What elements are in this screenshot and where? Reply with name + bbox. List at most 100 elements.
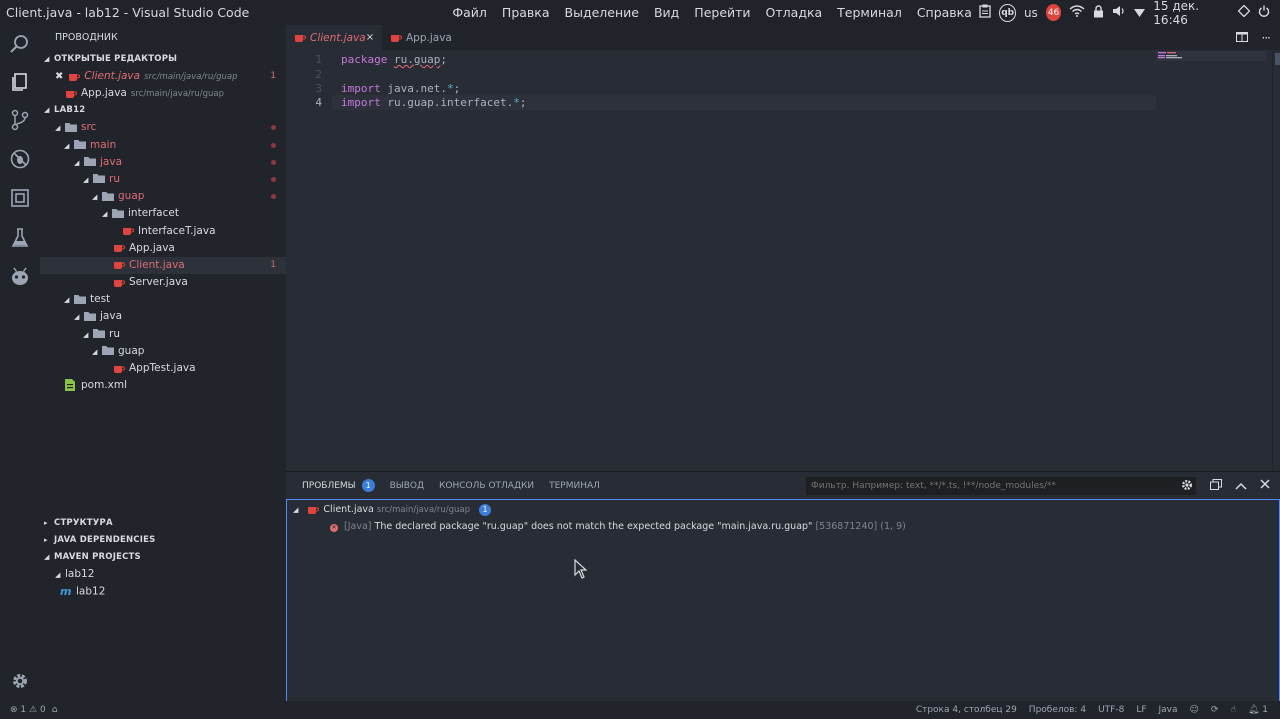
problem-count: 1 xyxy=(270,71,276,81)
maven-projects-header[interactable]: ◢ MAVEN PROJECTS xyxy=(40,549,286,566)
menu-edit[interactable]: Правка xyxy=(494,5,557,20)
tree-folder-interfacet[interactable]: ◢ interfacet xyxy=(40,205,286,222)
open-editors-header[interactable]: ◢ ОТКРЫТЫЕ РЕДАКТОРЫ xyxy=(40,51,286,68)
editor-scrollbar[interactable] xyxy=(1272,50,1280,471)
maximize-panel-chevron-up-icon[interactable] xyxy=(1235,479,1247,493)
problem-source: [Java] xyxy=(344,521,372,532)
keyboard-layout[interactable]: us xyxy=(1024,6,1038,20)
project-header[interactable]: ◢ LAB12 xyxy=(40,102,286,119)
tree-folder-test-ru[interactable]: ◢ ru xyxy=(40,326,286,343)
source-control-icon[interactable] xyxy=(0,101,40,139)
problems-filter-input[interactable] xyxy=(806,477,1196,495)
tab-app-java[interactable]: App.java xyxy=(382,25,474,50)
expanded-triangle-icon: ◢ xyxy=(92,347,98,356)
java-file-icon xyxy=(307,504,320,515)
bottom-panel: ПРОБЛЕМЫ 1 ВЫВОД КОНСОЛЬ ОТЛАДКИ ТЕРМИНАЛ… xyxy=(286,471,1280,702)
test-flask-icon[interactable] xyxy=(0,219,40,257)
power-icon[interactable] xyxy=(1258,5,1270,20)
qbittorrent-icon[interactable]: qb xyxy=(999,3,1016,22)
tab-label: Client.java xyxy=(310,31,366,44)
notification-badge[interactable]: 46 xyxy=(1045,4,1062,21)
java-dependencies-header[interactable]: ▸ JAVA DEPENDENCIES xyxy=(40,532,286,549)
notifications-bell[interactable]: 🔔︎ 1 xyxy=(1248,705,1268,715)
structure-header[interactable]: ▸ СТРУКТУРА xyxy=(40,515,286,532)
tree-folder-src[interactable]: ◢ src xyxy=(40,119,286,136)
debug-icon[interactable] xyxy=(0,140,40,178)
live-share-icon[interactable]: ⌂ xyxy=(52,705,58,715)
tree-file-server-java[interactable]: Server.java xyxy=(40,274,286,291)
tree-folder-test-java[interactable]: ◢ java xyxy=(40,308,286,325)
tree-folder-main[interactable]: ◢ main xyxy=(40,137,286,154)
code-editor[interactable]: 1 2 3 4 package ru.guap; import java.net… xyxy=(286,50,1280,471)
thumbs-up-icon[interactable]: ☝ xyxy=(1230,705,1235,715)
tab-client-java[interactable]: Client.java × xyxy=(286,25,382,50)
explorer-files-icon[interactable] xyxy=(0,63,40,101)
code-line-1[interactable]: package ru.guap; xyxy=(341,52,447,67)
encoding[interactable]: UTF-8 xyxy=(1098,705,1124,715)
menu-terminal[interactable]: Терминал xyxy=(830,5,910,20)
tree-file-app-java[interactable]: App.java xyxy=(40,240,286,257)
tree-file-interfacet-java[interactable]: InterfaceT.java xyxy=(40,223,286,240)
expanded-triangle-icon: ◢ xyxy=(83,330,89,339)
close-panel-icon[interactable] xyxy=(1260,478,1270,492)
code-line-4[interactable]: import ru.guap.interfacet.*; xyxy=(341,95,526,110)
lock-icon[interactable] xyxy=(1093,4,1104,21)
maven-project-lab12[interactable]: ◢ lab12 xyxy=(40,566,286,583)
modified-dot xyxy=(271,194,276,200)
problems-status[interactable]: ⊗ 1 ⚠ 0 xyxy=(10,705,46,715)
tab-debug-console[interactable]: КОНСОЛЬ ОТЛАДКИ xyxy=(439,481,534,491)
search-icon[interactable] xyxy=(0,25,40,63)
java-file-icon xyxy=(113,242,125,253)
expanded-triangle-icon: ◢ xyxy=(44,106,50,115)
clipboard-icon[interactable] xyxy=(979,4,992,21)
java-file-icon xyxy=(390,32,402,43)
line-number: 3 xyxy=(315,82,322,95)
tree-folder-guap[interactable]: ◢ guap xyxy=(40,188,286,205)
tree-file-apptest-java[interactable]: AppTest.java xyxy=(40,360,286,377)
tree-folder-java[interactable]: ◢ java xyxy=(40,154,286,171)
filter-settings-gear-icon[interactable] xyxy=(1181,479,1193,494)
maven-module-lab12[interactable]: m lab12 xyxy=(40,583,286,600)
collapse-all-icon[interactable] xyxy=(1210,479,1222,493)
tab-problems[interactable]: ПРОБЛЕМЫ 1 xyxy=(302,479,375,492)
java-file-icon xyxy=(113,259,125,270)
dropdown-triangle-icon[interactable] xyxy=(1134,6,1146,20)
code-line-3[interactable]: import java.net.*; xyxy=(341,81,460,96)
tab-output[interactable]: ВЫВОД xyxy=(390,481,424,491)
tree-folder-ru[interactable]: ◢ ru xyxy=(40,171,286,188)
tree-file-client-java[interactable]: Client.java 1 xyxy=(40,256,286,275)
language-mode[interactable]: Java xyxy=(1159,705,1178,715)
end-of-line[interactable]: LF xyxy=(1136,705,1146,715)
smiley-feedback-icon[interactable]: ☺ xyxy=(1190,705,1199,715)
tab-terminal[interactable]: ТЕРМИНАЛ xyxy=(549,481,600,491)
settings-diamond-icon[interactable] xyxy=(1237,4,1251,20)
volume-icon[interactable] xyxy=(1112,5,1126,20)
tree-folder-test[interactable]: ◢ test xyxy=(40,291,286,308)
menu-selection[interactable]: Выделение xyxy=(557,5,646,20)
close-icon[interactable]: ✖ xyxy=(55,68,65,85)
expanded-triangle-icon: ◢ xyxy=(64,141,70,150)
android-robot-icon[interactable] xyxy=(0,258,40,296)
menu-file[interactable]: Файл xyxy=(445,5,495,20)
problem-file-row[interactable]: ◢ Client.java src/main/java/ru/guap 1 xyxy=(293,501,492,518)
problem-row[interactable]: ✕ [Java] The declared package "ru.guap" d… xyxy=(330,518,906,535)
more-actions-icon[interactable]: ··· xyxy=(1262,31,1272,45)
gear-icon[interactable] xyxy=(0,662,40,700)
close-tab-icon[interactable]: × xyxy=(366,32,374,43)
minimap[interactable] xyxy=(1156,50,1266,471)
menu-debug[interactable]: Отладка xyxy=(758,5,830,20)
menu-view[interactable]: Вид xyxy=(646,5,686,20)
open-editor-client[interactable]: ✖ Client.java src/main/java/ru/guap 1 xyxy=(40,68,286,85)
cursor-position[interactable]: Строка 4, столбец 29 xyxy=(916,705,1017,715)
tree-folder-test-guap[interactable]: ◢ guap xyxy=(40,343,286,360)
tree-file-pom-xml[interactable]: pom.xml xyxy=(40,377,286,394)
extensions-icon[interactable] xyxy=(0,179,40,217)
indentation[interactable]: Пробелов: 4 xyxy=(1029,705,1086,715)
menu-go[interactable]: Перейти xyxy=(687,5,758,20)
open-editor-app[interactable]: App.java src/main/java/ru/guap xyxy=(40,85,286,102)
split-editor-icon[interactable] xyxy=(1235,31,1248,45)
menu-help[interactable]: Справка xyxy=(909,5,979,20)
sync-icon[interactable]: ⟳ xyxy=(1211,705,1219,715)
wifi-icon[interactable] xyxy=(1069,5,1085,20)
clock[interactable]: 15 дек. 16:46 xyxy=(1153,0,1230,27)
